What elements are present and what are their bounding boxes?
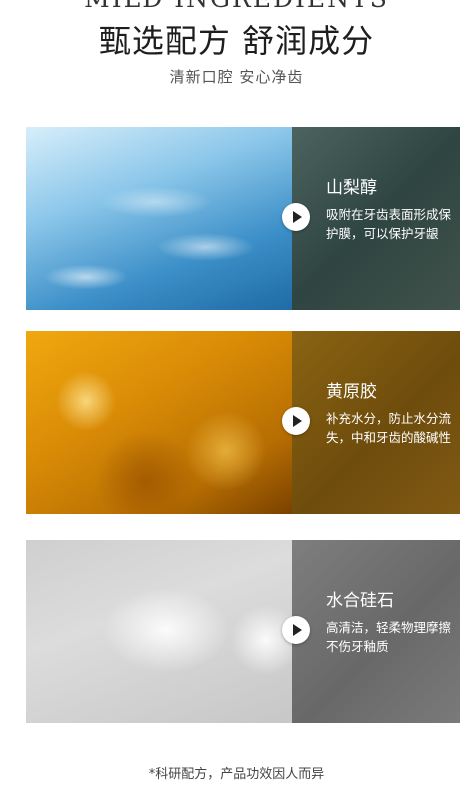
ingredient-description: 吸附在牙齿表面形成保护膜，可以保护牙龈	[326, 207, 452, 241]
ingredient-card-xanthan-gum: 黄原胶 补充水分，防止水分流失，中和牙齿的酸碱性	[26, 331, 460, 514]
footnote: *科研配方，产品功效因人而异	[148, 767, 325, 782]
english-title: MILD INGREDIENTS	[0, 0, 473, 13]
ingredient-description: 补充水分，防止水分流失，中和牙齿的酸碱性	[326, 411, 452, 445]
play-icon[interactable]	[282, 407, 310, 435]
ingredient-name: 山梨醇	[326, 178, 377, 198]
page-title: 甄选配方 舒润成分	[98, 22, 375, 60]
ingredient-image-petri-dishes	[26, 127, 292, 310]
ingredient-name: 水合硅石	[326, 591, 394, 611]
play-icon[interactable]	[282, 616, 310, 644]
ingredient-card-sorbitol: 山梨醇 吸附在牙齿表面形成保护膜，可以保护牙龈	[26, 127, 460, 310]
ingredient-card-hydrated-silica: 水合硅石 高清洁，轻柔物理摩擦不伤牙釉质	[26, 540, 460, 723]
play-icon[interactable]	[282, 203, 310, 231]
ingredient-image-silica-powder	[26, 540, 292, 723]
ingredient-image-golden-gel	[26, 331, 292, 514]
page-subtitle: 清新口腔 安心净齿	[169, 68, 304, 86]
ingredient-name: 黄原胶	[326, 382, 377, 402]
ingredient-description: 高清洁，轻柔物理摩擦不伤牙釉质	[326, 620, 452, 654]
